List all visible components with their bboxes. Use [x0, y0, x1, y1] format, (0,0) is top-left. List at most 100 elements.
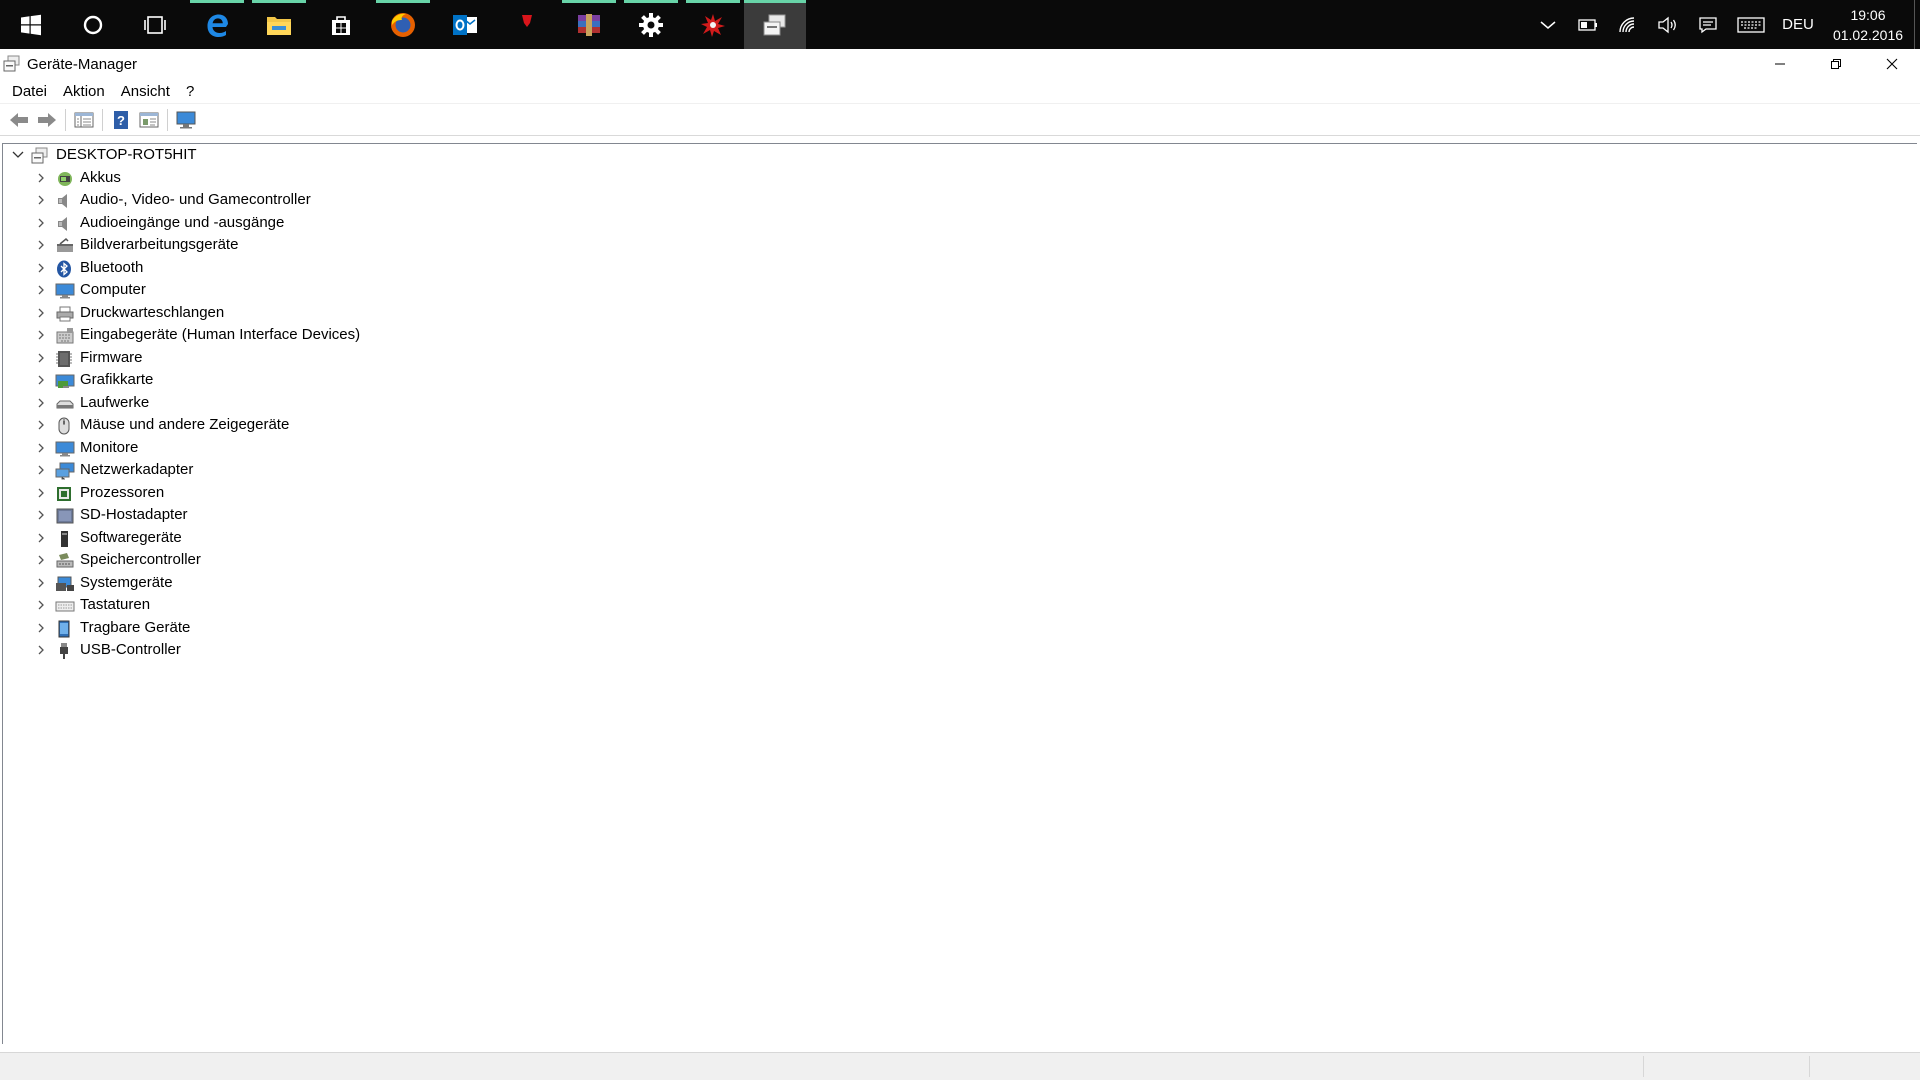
taskbar-settings[interactable] — [620, 0, 682, 49]
chevron-right-icon — [38, 555, 44, 565]
expand-toggle[interactable] — [35, 417, 47, 437]
chevron-right-icon — [38, 623, 44, 632]
bluetooth-icon — [55, 260, 73, 282]
taskbar-device-manager[interactable] — [744, 0, 806, 49]
status-pane — [1643, 1056, 1644, 1077]
taskbar-edge[interactable] — [186, 0, 248, 49]
portable-device-icon — [55, 620, 73, 642]
cortana-search-button[interactable] — [62, 0, 124, 49]
expand-toggle[interactable] — [35, 170, 47, 190]
task-view-icon — [144, 15, 166, 34]
expand-toggle[interactable] — [35, 642, 47, 662]
chevron-right-icon — [38, 353, 44, 362]
software-device-icon — [55, 530, 73, 552]
back-button[interactable] — [5, 107, 33, 133]
chevron-right-icon — [38, 398, 44, 407]
chevron-right-icon — [38, 195, 44, 205]
sd-host-icon — [55, 507, 75, 529]
tree-node-label: Softwaregeräte — [80, 528, 182, 546]
scan-hardware-button[interactable] — [172, 107, 200, 133]
tree-node-label: Computer — [80, 281, 146, 298]
tray-touch-keyboard-button[interactable] — [1728, 0, 1774, 49]
taskbar-store[interactable] — [310, 0, 372, 49]
title-bar[interactable]: Geräte-Manager — [0, 49, 1920, 79]
tree-node-label: Netzwerkadapter — [80, 461, 194, 478]
battery-charging-icon — [1578, 18, 1597, 31]
mouse-icon — [55, 417, 73, 439]
tree-node-label: Grafikkarte — [80, 371, 154, 388]
expand-toggle[interactable] — [35, 575, 47, 595]
close-button[interactable] — [1864, 49, 1920, 79]
expand-toggle[interactable] — [35, 237, 47, 257]
help-button[interactable]: ? — [107, 107, 135, 133]
tray-language[interactable]: DEU — [1774, 0, 1822, 49]
expand-toggle[interactable] — [35, 192, 47, 212]
file-explorer-icon — [267, 16, 291, 35]
menu-datei[interactable]: Datei — [4, 79, 55, 104]
expand-toggle[interactable] — [35, 372, 47, 392]
clock-time: 19:06 — [1850, 6, 1886, 23]
menu-aktion[interactable]: Aktion — [55, 79, 113, 104]
menu-help[interactable]: ? — [178, 79, 202, 104]
expand-toggle[interactable] — [35, 552, 47, 572]
taskbar-firefox[interactable] — [372, 0, 434, 49]
wifi-icon — [1619, 16, 1635, 32]
taskbar-red-shield-app[interactable] — [496, 0, 558, 49]
expand-toggle[interactable] — [35, 282, 47, 302]
restore-button[interactable] — [1808, 49, 1864, 79]
expand-toggle[interactable] — [35, 440, 47, 460]
expand-toggle[interactable] — [35, 485, 47, 505]
taskbar-file-explorer[interactable] — [248, 0, 310, 49]
chevron-right-icon — [38, 308, 44, 317]
expand-toggle[interactable] — [11, 147, 25, 167]
monitor-scan-icon — [176, 111, 196, 128]
toolbar: ? — [0, 104, 1920, 136]
tree-node-label: Eingabegeräte (Human Interface Devices) — [80, 326, 361, 343]
expand-toggle[interactable] — [35, 260, 47, 280]
status-bar — [0, 1052, 1920, 1080]
tree-node-label: Druckwarteschlangen — [80, 303, 225, 321]
tray-clock[interactable]: 19:06 01.02.2016 — [1822, 0, 1914, 49]
show-hide-console-tree-button[interactable] — [70, 107, 98, 133]
expand-toggle[interactable] — [35, 305, 47, 325]
expand-toggle[interactable] — [35, 530, 47, 550]
expand-toggle[interactable] — [35, 620, 47, 640]
expand-toggle[interactable] — [35, 215, 47, 235]
show-desktop-button[interactable] — [1914, 0, 1920, 49]
tray-action-center-button[interactable] — [1688, 0, 1728, 49]
menu-ansicht[interactable]: Ansicht — [113, 79, 178, 104]
expand-toggle[interactable] — [35, 395, 47, 415]
tray-battery-button[interactable] — [1568, 0, 1608, 49]
chevron-right-icon — [38, 510, 44, 520]
outlook-icon — [453, 14, 477, 35]
expand-toggle[interactable] — [35, 507, 47, 527]
tray-network-button[interactable] — [1608, 0, 1648, 49]
edge-browser-icon — [207, 14, 228, 37]
expand-toggle[interactable] — [35, 462, 47, 482]
forward-button[interactable] — [33, 107, 61, 133]
taskbar-winrar[interactable] — [558, 0, 620, 49]
battery-icon — [55, 170, 75, 192]
speaker-icon — [55, 192, 73, 214]
monitor-icon — [55, 440, 75, 462]
tree-node-label: USB-Controller — [80, 641, 181, 658]
taskbar-outlook[interactable] — [434, 0, 496, 49]
task-view-button[interactable] — [124, 0, 186, 49]
taskbar-red-splash-app[interactable] — [682, 0, 744, 49]
chevron-right-icon — [38, 240, 44, 250]
expand-toggle[interactable] — [35, 350, 47, 370]
speaker-volume-icon — [1658, 16, 1676, 33]
tray-volume-button[interactable] — [1648, 0, 1688, 49]
expand-toggle[interactable] — [35, 597, 47, 617]
properties-button[interactable] — [135, 107, 163, 133]
usb-icon — [55, 642, 73, 664]
device-manager-icon — [763, 14, 786, 35]
minimize-button[interactable] — [1752, 49, 1808, 79]
tree-node-label: Akkus — [80, 168, 121, 186]
minimize-icon — [1775, 63, 1785, 65]
computer-root-icon — [31, 147, 49, 169]
expand-toggle[interactable] — [35, 327, 47, 347]
chevron-right-icon — [38, 578, 44, 587]
start-button[interactable] — [0, 0, 62, 49]
tray-overflow-button[interactable] — [1528, 0, 1568, 49]
